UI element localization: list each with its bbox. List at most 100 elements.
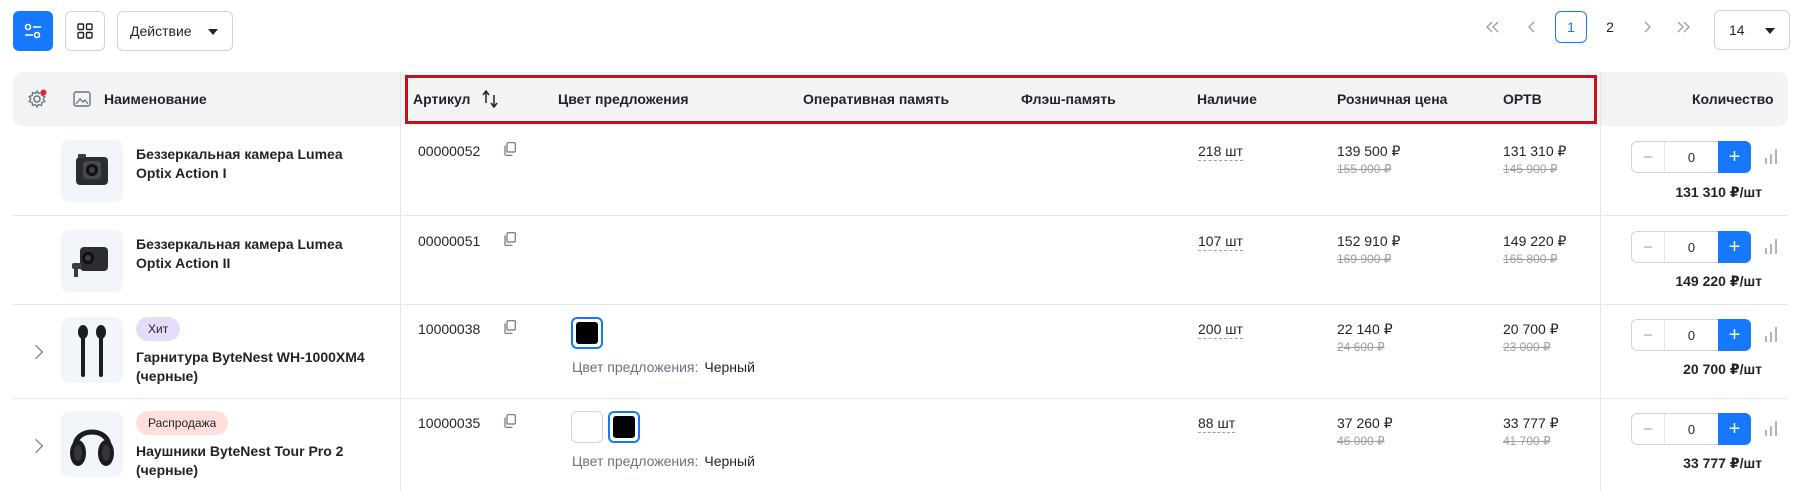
next-page-button[interactable] bbox=[1632, 11, 1662, 43]
optv-price: 149 220 ₽ bbox=[1503, 233, 1567, 249]
optv-price-old: 165 800 ₽ bbox=[1503, 252, 1558, 266]
expand-chevron-icon[interactable] bbox=[28, 344, 44, 360]
action-dropdown-label: Действие bbox=[130, 23, 192, 39]
header-quantity: Количество bbox=[1692, 91, 1774, 107]
filter-settings-button[interactable] bbox=[13, 11, 53, 51]
copy-icon[interactable] bbox=[504, 232, 516, 246]
highlight-annotation bbox=[405, 75, 1597, 124]
bar-chart-icon[interactable] bbox=[1763, 420, 1779, 436]
decrement-button[interactable]: − bbox=[1632, 414, 1664, 444]
product-name[interactable]: Наушники ByteNest Tour Pro 2 (черные) bbox=[136, 442, 376, 480]
double-chevron-left-icon bbox=[1486, 21, 1499, 33]
toolbar: Действие 1 2 14 bbox=[0, 0, 1801, 62]
copy-icon[interactable] bbox=[504, 414, 516, 428]
copy-icon[interactable] bbox=[504, 320, 516, 334]
retail-price: 152 910 ₽ bbox=[1337, 233, 1401, 249]
page-1-button[interactable]: 1 bbox=[1555, 11, 1587, 43]
grid-view-button[interactable] bbox=[65, 11, 105, 51]
last-page-button[interactable] bbox=[1668, 11, 1698, 43]
quantity-stepper[interactable]: − 0 + bbox=[1631, 319, 1751, 351]
quantity-stepper[interactable]: − 0 + bbox=[1631, 141, 1751, 173]
stock-value[interactable]: 88 шт bbox=[1198, 415, 1236, 433]
image-column-icon bbox=[73, 72, 91, 126]
double-chevron-right-icon bbox=[1677, 21, 1690, 33]
color-offer-value: Черный bbox=[704, 359, 755, 375]
expand-chevron-icon[interactable] bbox=[28, 438, 44, 454]
decrement-button[interactable]: − bbox=[1632, 320, 1664, 350]
quantity-stepper[interactable]: − 0 + bbox=[1631, 231, 1751, 263]
retail-price-old: 46 000 ₽ bbox=[1337, 434, 1385, 448]
chevron-left-icon bbox=[1528, 21, 1535, 33]
prev-page-button[interactable] bbox=[1517, 11, 1547, 43]
table-row[interactable]: Беззеркальная камера Lumea Optix Action … bbox=[13, 126, 1788, 216]
product-name[interactable]: Беззеркальная камера Lumea Optix Action … bbox=[136, 235, 376, 273]
header-name[interactable]: Наименование bbox=[104, 72, 207, 126]
increment-button[interactable]: + bbox=[1718, 231, 1751, 263]
first-page-button[interactable] bbox=[1478, 11, 1508, 43]
unit-total: 33 777 ₽/шт bbox=[1683, 455, 1762, 471]
hit-badge: Хит bbox=[136, 317, 181, 341]
bar-chart-icon[interactable] bbox=[1763, 326, 1779, 342]
increment-button[interactable]: + bbox=[1718, 319, 1751, 351]
sale-badge: Распродажа bbox=[136, 411, 229, 435]
optv-price: 131 310 ₽ bbox=[1503, 143, 1567, 159]
table-row[interactable]: Хит Гарнитура ByteNest WH-1000XM4 (черны… bbox=[13, 305, 1788, 399]
retail-price-old: 155 000 ₽ bbox=[1337, 162, 1392, 176]
optv-price: 33 777 ₽ bbox=[1503, 415, 1559, 431]
table-row[interactable]: Беззеркальная камера Lumea Optix Action … bbox=[13, 216, 1788, 305]
headphones-image bbox=[70, 429, 114, 466]
color-offer-label-text: Цвет предложения: bbox=[572, 453, 699, 469]
product-thumbnail[interactable] bbox=[61, 317, 123, 383]
gear-icon bbox=[28, 89, 47, 109]
product-name[interactable]: Беззеркальная камера Lumea Optix Action … bbox=[136, 145, 376, 183]
product-name[interactable]: Гарнитура ByteNest WH-1000XM4 (черные) bbox=[136, 348, 376, 386]
unit-total: 149 220 ₽/шт bbox=[1675, 273, 1762, 289]
chevron-right-icon bbox=[1644, 21, 1651, 33]
color-offer-label: Цвет предложения: Черный bbox=[572, 359, 755, 375]
quantity-input[interactable]: 0 bbox=[1664, 414, 1719, 444]
page-2-button[interactable]: 2 bbox=[1595, 11, 1625, 43]
stock-value[interactable]: 107 шт bbox=[1198, 233, 1243, 251]
table-row[interactable]: Распродажа Наушники ByteNest Tour Pro 2 … bbox=[13, 399, 1788, 490]
product-thumbnail[interactable] bbox=[61, 140, 123, 202]
bar-chart-icon[interactable] bbox=[1763, 148, 1779, 164]
copy-icon[interactable] bbox=[504, 142, 516, 156]
stock-value[interactable]: 218 шт bbox=[1198, 143, 1243, 161]
sku-value: 00000051 bbox=[418, 233, 481, 249]
color-offer-value: Черный bbox=[704, 453, 755, 469]
decrement-button[interactable]: − bbox=[1632, 142, 1664, 172]
quantity-input[interactable]: 0 bbox=[1664, 142, 1719, 172]
quantity-stepper[interactable]: − 0 + bbox=[1631, 413, 1751, 445]
color-swatch-white[interactable] bbox=[571, 411, 603, 443]
caret-down-icon bbox=[1765, 28, 1775, 34]
retail-price: 22 140 ₽ bbox=[1337, 321, 1393, 337]
page-size-select[interactable]: 14 bbox=[1714, 10, 1790, 50]
image-icon bbox=[73, 91, 91, 107]
sku-value: 00000052 bbox=[418, 143, 481, 159]
stock-value[interactable]: 200 шт bbox=[1198, 321, 1243, 339]
color-offer-label-text: Цвет предложения: bbox=[572, 359, 699, 375]
optv-price: 20 700 ₽ bbox=[1503, 321, 1559, 337]
color-swatch-black[interactable] bbox=[571, 317, 603, 349]
decrement-button[interactable]: − bbox=[1632, 232, 1664, 262]
sku-value: 10000035 bbox=[418, 415, 481, 431]
page-size-value: 14 bbox=[1729, 22, 1745, 38]
earphones-image bbox=[78, 325, 106, 377]
increment-button[interactable]: + bbox=[1718, 413, 1751, 445]
increment-button[interactable]: + bbox=[1718, 141, 1751, 173]
retail-price-old: 169 900 ₽ bbox=[1337, 252, 1392, 266]
caret-down-icon bbox=[208, 29, 218, 35]
color-offer-label: Цвет предложения: Черный bbox=[572, 453, 755, 469]
product-thumbnail[interactable] bbox=[61, 230, 123, 292]
quantity-input[interactable]: 0 bbox=[1664, 232, 1719, 262]
optv-price-old: 41 700 ₽ bbox=[1503, 434, 1551, 448]
column-settings-button[interactable] bbox=[27, 72, 47, 126]
optv-price-old: 145 900 ₽ bbox=[1503, 162, 1558, 176]
bar-chart-icon[interactable] bbox=[1763, 238, 1779, 254]
action-camera-image bbox=[76, 154, 108, 185]
action-dropdown[interactable]: Действие bbox=[117, 11, 233, 51]
product-thumbnail[interactable] bbox=[61, 411, 123, 477]
color-swatch-black[interactable] bbox=[608, 411, 640, 443]
grid-icon bbox=[77, 23, 93, 39]
quantity-input[interactable]: 0 bbox=[1664, 320, 1719, 350]
